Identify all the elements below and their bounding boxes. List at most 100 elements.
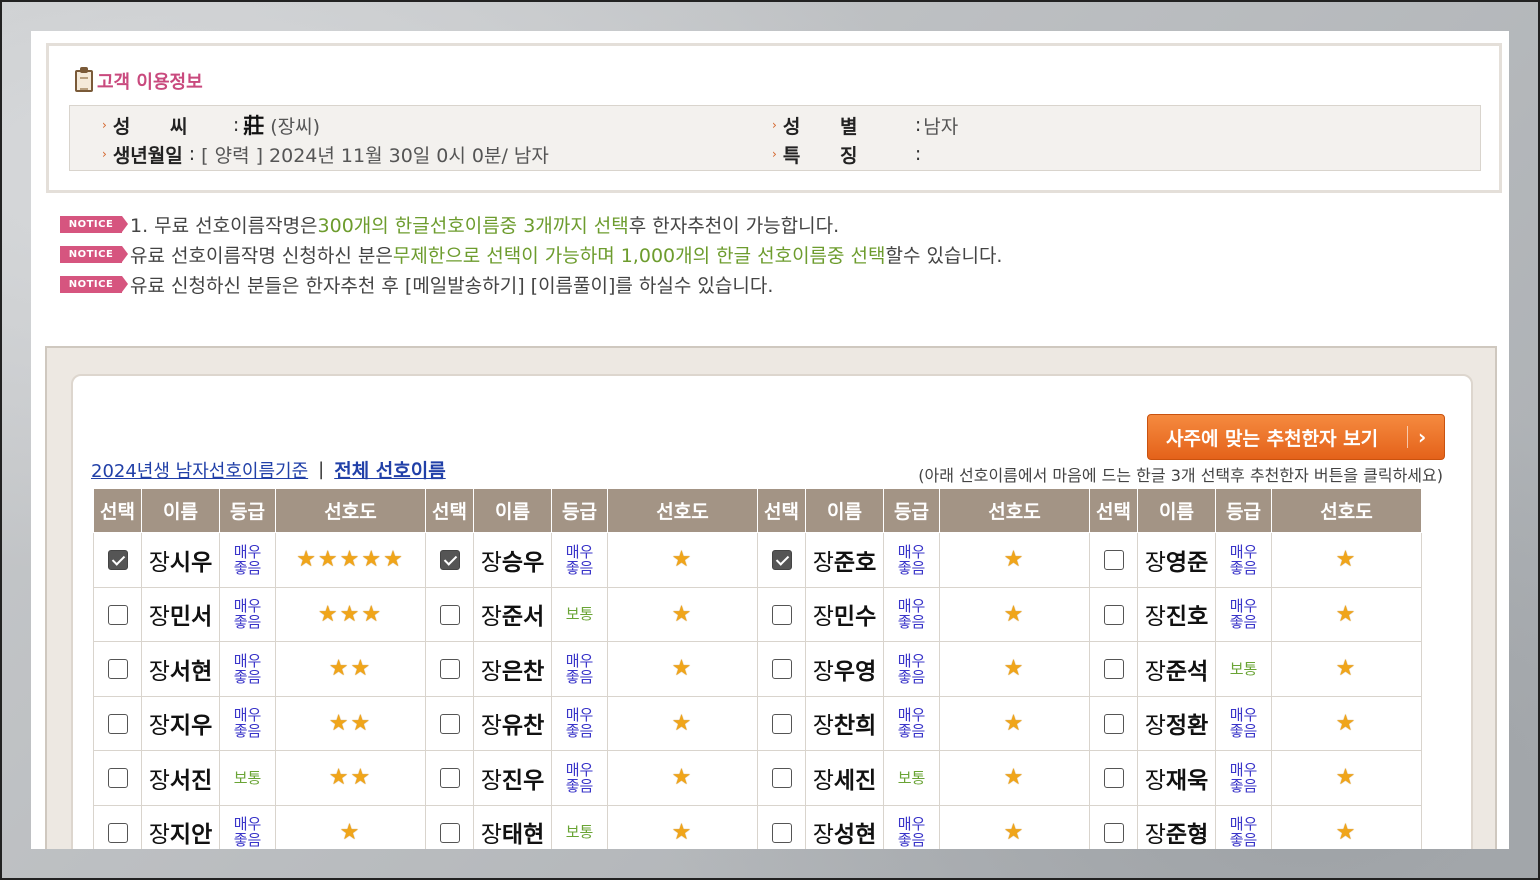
preference-stars-icon: ★ xyxy=(671,765,694,791)
select-checkbox[interactable] xyxy=(107,550,128,570)
select-checkbox[interactable] xyxy=(771,713,792,734)
column-header: 등급 xyxy=(551,488,608,533)
preference-stars-icon: ★ xyxy=(1335,819,1358,845)
name-surname: 장 xyxy=(148,549,170,576)
select-checkbox[interactable] xyxy=(439,768,460,788)
name-given: 승우 xyxy=(501,549,545,576)
select-checkbox[interactable] xyxy=(107,822,128,843)
name-surname: 장 xyxy=(1144,604,1166,631)
select-checkbox[interactable] xyxy=(439,713,460,734)
name-given: 재욱 xyxy=(1165,767,1209,794)
customer-info-title: 고객 이용정보 xyxy=(75,67,203,94)
name-surname: 장 xyxy=(812,767,834,794)
name-cell: 장세진 xyxy=(805,750,884,806)
name-cell: 장승우 xyxy=(473,532,552,588)
name-cell: 장태현 xyxy=(473,804,552,849)
select-checkbox[interactable] xyxy=(771,768,792,788)
select-checkbox[interactable] xyxy=(107,713,128,734)
grade-label: 보통 xyxy=(565,823,594,842)
column-header: 선호도 xyxy=(1271,488,1422,533)
column-header: 선택 xyxy=(93,488,142,533)
column-header: 등급 xyxy=(219,488,276,533)
chevron-right-icon: › xyxy=(1418,425,1427,449)
notice-list: NOTICE 1. 무료 선호이름작명은 300개의 한글선호이름중 3개까지 선… xyxy=(60,209,1002,299)
name-given: 준형 xyxy=(1165,822,1209,849)
column-header: 등급 xyxy=(1215,488,1272,533)
link-basis[interactable]: 2024년생 남자선호이름기준 xyxy=(91,457,308,483)
bullet-icon: › xyxy=(772,147,777,161)
name-given: 유찬 xyxy=(501,713,545,740)
name-surname: 장 xyxy=(812,822,834,849)
select-checkbox[interactable] xyxy=(439,822,460,843)
select-checkbox[interactable] xyxy=(771,659,792,679)
recommend-button-label: 사주에 맞는 추천한자 보기 xyxy=(1166,427,1379,450)
birth-cell: › 생년월일 : [ 양력 ] 2024년 11월 30일 0시 0분/ 남자 xyxy=(102,140,549,168)
grade-label: 매우 좋음 xyxy=(565,651,594,686)
name-surname: 장 xyxy=(1144,822,1166,849)
select-checkbox[interactable] xyxy=(771,604,792,625)
preference-stars-icon: ★ xyxy=(671,601,694,627)
names-inner: 사주에 맞는 추천한자 보기 › 2024년생 남자선호이름기준 | 전체 선호… xyxy=(71,374,1473,849)
select-checkbox[interactable] xyxy=(439,604,460,625)
name-given: 준서 xyxy=(501,604,545,631)
name-cell: 장재욱 xyxy=(1137,750,1216,806)
recommend-hanja-button[interactable]: 사주에 맞는 추천한자 보기 › xyxy=(1147,414,1445,460)
name-cell: 장서현 xyxy=(141,641,220,697)
preference-stars-icon: ★ xyxy=(1003,819,1026,845)
notice-item: NOTICE 유료 신청하신 분들은 한자추천 후 [메일발송하기] [이름풀이]… xyxy=(60,269,1002,299)
column-header: 선택 xyxy=(425,488,474,533)
name-cell: 장서진 xyxy=(141,750,220,806)
name-cell: 장찬희 xyxy=(805,695,884,751)
select-checkbox[interactable] xyxy=(771,550,792,570)
name-surname: 장 xyxy=(812,549,834,576)
name-surname: 장 xyxy=(812,713,834,740)
name-surname: 장 xyxy=(1144,767,1166,794)
name-cell: 장민수 xyxy=(805,586,884,642)
selection-hint: (아래 선호이름에서 마음에 드는 한글 3개 선택후 추천한자 버튼을 클릭하… xyxy=(918,466,1443,485)
clipboard-icon xyxy=(75,67,93,92)
name-surname: 장 xyxy=(480,767,502,794)
name-surname: 장 xyxy=(148,604,170,631)
link-all-names[interactable]: 전체 선호이름 xyxy=(334,456,446,483)
name-given: 서진 xyxy=(169,767,213,794)
preference-stars-icon: ★ xyxy=(671,656,694,682)
select-checkbox[interactable] xyxy=(1103,659,1124,679)
page: 고객 이용정보 › 성 씨 : 莊 (장씨) › 성 별 : 남자 › 생년월일… xyxy=(31,31,1509,849)
grade-label: 매우 좋음 xyxy=(1229,597,1258,632)
select-checkbox[interactable] xyxy=(107,659,128,679)
select-checkbox[interactable] xyxy=(439,550,460,570)
name-surname: 장 xyxy=(1144,658,1166,685)
grade-label: 매우 좋음 xyxy=(897,651,926,686)
preference-stars-icon: ★ xyxy=(1335,601,1358,627)
customer-info-box: 고객 이용정보 › 성 씨 : 莊 (장씨) › 성 별 : 남자 › 생년월일… xyxy=(46,43,1502,193)
select-checkbox[interactable] xyxy=(1103,768,1124,788)
bullet-icon: › xyxy=(102,118,107,132)
surname-cell: › 성 씨 : 莊 (장씨) xyxy=(102,111,320,139)
select-checkbox[interactable] xyxy=(1103,713,1124,734)
name-cell: 장준서 xyxy=(473,586,552,642)
name-surname: 장 xyxy=(480,822,502,849)
name-surname: 장 xyxy=(480,549,502,576)
name-surname: 장 xyxy=(148,767,170,794)
grade-label: 매우 좋음 xyxy=(233,597,262,632)
name-cell: 장시우 xyxy=(141,532,220,588)
table-row: 장지안 매우 좋음 ★ 장태현 보통 ★ 장성현 매우 좋음 ★ 장준형 매우 좋음 ★ xyxy=(93,804,1422,849)
name-given: 민수 xyxy=(833,604,877,631)
select-checkbox[interactable] xyxy=(1103,604,1124,625)
select-checkbox[interactable] xyxy=(439,659,460,679)
select-checkbox[interactable] xyxy=(771,822,792,843)
preference-stars-icon: ★ xyxy=(671,547,694,573)
select-checkbox[interactable] xyxy=(107,604,128,625)
column-header: 선택 xyxy=(757,488,806,533)
table-row: 장민서 매우 좋음 ★★★ 장준서 보통 ★ 장민수 매우 좋음 ★ 장진호 매우 좋음 ★ xyxy=(93,586,1422,642)
name-given: 영준 xyxy=(1165,549,1209,576)
select-checkbox[interactable] xyxy=(1103,822,1124,843)
name-cell: 장지우 xyxy=(141,695,220,751)
grade-label: 매우 좋음 xyxy=(897,706,926,741)
name-given: 민서 xyxy=(169,604,213,631)
select-checkbox[interactable] xyxy=(107,768,128,788)
name-surname: 장 xyxy=(1144,549,1166,576)
select-checkbox[interactable] xyxy=(1103,550,1124,570)
preference-stars-icon: ★ xyxy=(1003,765,1026,791)
customer-info-table: › 성 씨 : 莊 (장씨) › 성 별 : 남자 › 생년월일: [양력 … xyxy=(69,105,1481,171)
